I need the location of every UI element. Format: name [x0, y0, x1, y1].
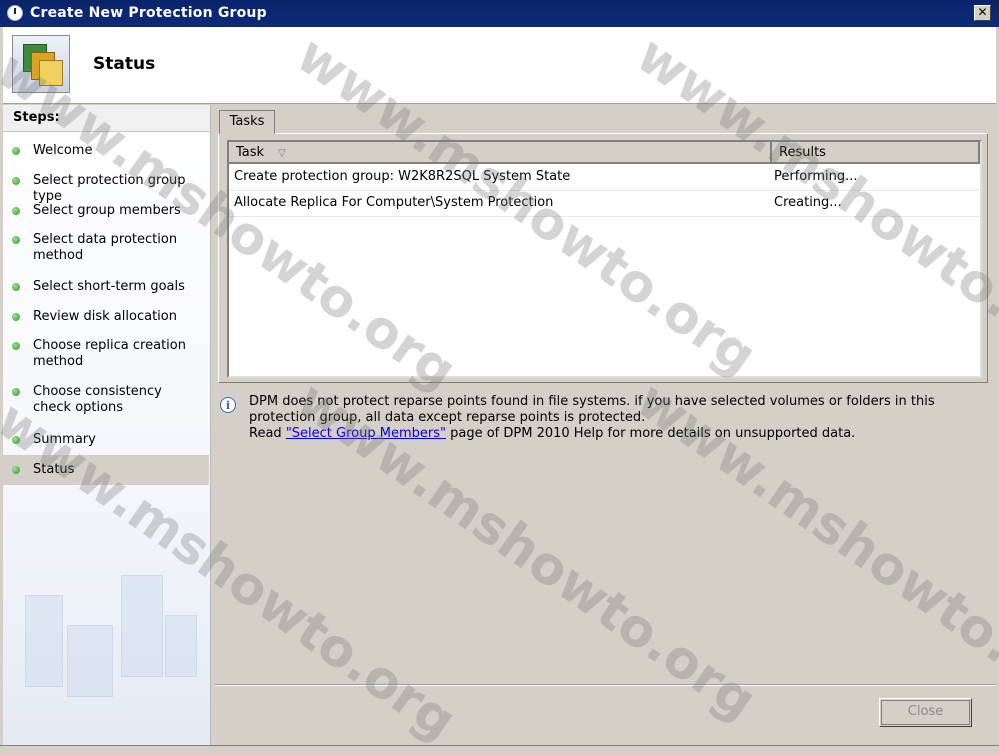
step-label: Select data protection method [33, 232, 178, 263]
title-bar: Create New Protection Group ✕ [0, 0, 999, 27]
step-review-disk-allocation: Review disk allocation [3, 309, 209, 325]
steps-heading: Steps: [3, 105, 210, 132]
completed-step-icon [12, 342, 20, 350]
completed-step-icon [12, 436, 20, 444]
tab-tasks[interactable]: Tasks [219, 110, 275, 134]
step-label: Choose consistency check options [33, 384, 162, 415]
wizard-header: Status [3, 27, 996, 104]
column-header-results[interactable]: Results [772, 142, 980, 164]
info-line-1: DPM does not protect reparse points foun… [249, 394, 935, 425]
column-header-task[interactable]: Task ▽ [229, 142, 772, 164]
step-choose-replica-creation-method: Choose replica creation method [3, 338, 209, 370]
step-select-group-members: Select group members [3, 203, 209, 219]
step-label: Select short-term goals [33, 279, 185, 294]
step-label: Status [33, 462, 75, 477]
tasks-list-header: Task ▽ Results [229, 142, 980, 164]
footer-divider [215, 684, 996, 686]
steps-sidebar: Steps: Welcome Select protection group t… [3, 105, 211, 745]
completed-step-icon [12, 313, 20, 321]
step-label: Select group members [33, 203, 181, 218]
step-label: Welcome [33, 143, 93, 158]
sort-descending-icon: ▽ [278, 148, 286, 159]
result-cell: Performing... [774, 169, 858, 184]
window-title: Create New Protection Group [30, 5, 267, 21]
step-select-protection-group-type: Select protection group type [3, 173, 209, 205]
dpm-app-icon [7, 5, 23, 21]
completed-step-icon [12, 147, 20, 155]
table-row[interactable]: Create protection group: W2K8R2SQL Syste… [229, 164, 980, 191]
window-close-button[interactable]: ✕ [974, 5, 991, 21]
completed-step-icon [12, 177, 20, 185]
servers-illustration [25, 575, 197, 715]
step-choose-consistency-check-options: Choose consistency check options [3, 384, 209, 416]
completed-step-icon [12, 283, 20, 291]
select-group-members-link[interactable]: "Select Group Members" [286, 426, 446, 441]
step-welcome: Welcome [3, 143, 209, 159]
info-text: DPM does not protect reparse points foun… [249, 394, 979, 442]
info-line-2: Read "Select Group Members" page of DPM … [249, 426, 856, 441]
info-icon: i [220, 397, 236, 413]
current-step-icon [12, 466, 20, 474]
step-summary: Summary [3, 432, 209, 448]
completed-step-icon [12, 207, 20, 215]
step-status: Status [3, 455, 209, 485]
step-label: Summary [33, 432, 96, 447]
step-label: Choose replica creation method [33, 338, 186, 369]
step-label: Review disk allocation [33, 309, 177, 324]
protection-group-icon [12, 35, 70, 93]
step-label: Select protection group type [33, 173, 186, 204]
task-cell: Allocate Replica For Computer\System Pro… [234, 195, 554, 210]
step-select-short-term-goals: Select short-term goals [3, 279, 209, 295]
table-row[interactable]: Allocate Replica For Computer\System Pro… [229, 190, 980, 217]
step-select-data-protection-method: Select data protection method [3, 232, 209, 264]
completed-step-icon [12, 236, 20, 244]
tasks-list[interactable]: Task ▽ Results Create protection group: W… [227, 140, 982, 378]
task-cell: Create protection group: W2K8R2SQL Syste… [234, 169, 571, 184]
page-title: Status [93, 54, 156, 74]
completed-step-icon [12, 388, 20, 396]
close-button[interactable]: Close [879, 698, 972, 727]
result-cell: Creating... [774, 195, 842, 210]
